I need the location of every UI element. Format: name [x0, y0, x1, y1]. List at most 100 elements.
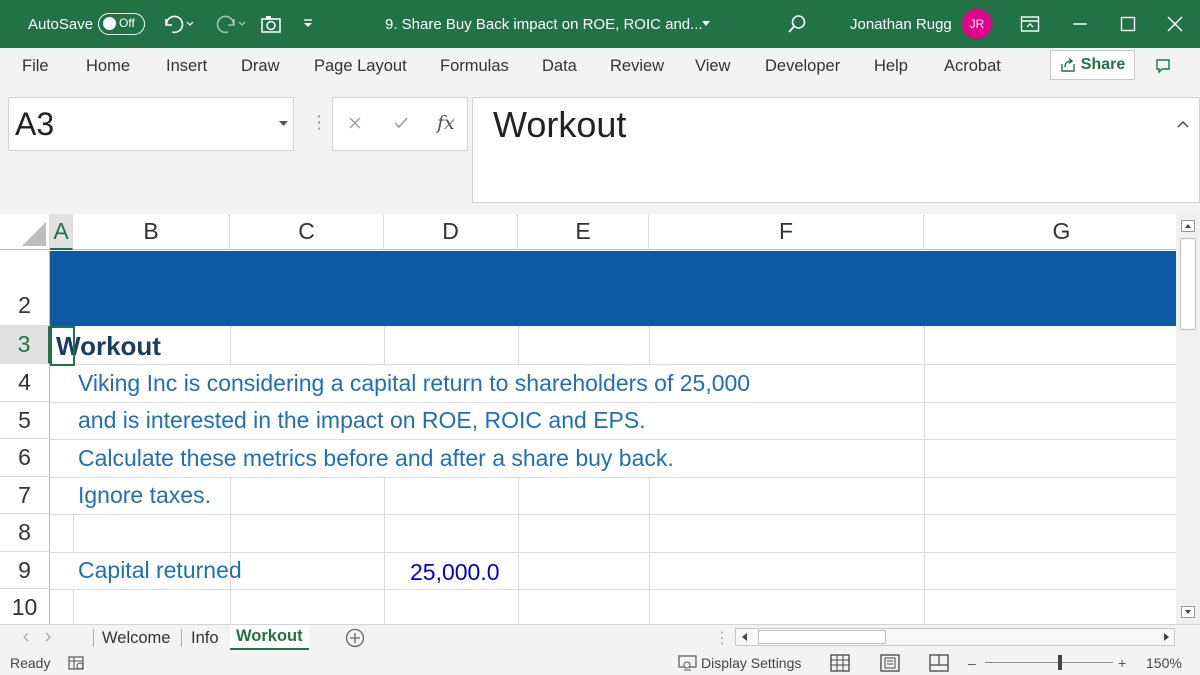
tab-page-layout[interactable]: Page Layout	[314, 48, 407, 84]
share-label: Share	[1080, 56, 1126, 73]
row-header-4[interactable]: 4	[0, 364, 50, 402]
vertical-scroll-thumb[interactable]	[1180, 238, 1196, 330]
column-header-f[interactable]: F	[649, 214, 924, 250]
cell-b4[interactable]: Viking Inc is considering a capital retu…	[78, 370, 750, 397]
gridline	[50, 402, 1176, 403]
tab-draw[interactable]: Draw	[241, 48, 280, 84]
document-title: 9. Share Buy Back impact on ROE, ROIC an…	[385, 15, 703, 33]
add-sheet-icon[interactable]	[345, 628, 365, 648]
sheet-tab-welcome[interactable]: Welcome	[96, 625, 176, 651]
row-header-6[interactable]: 6	[0, 439, 50, 477]
column-header-e[interactable]: E	[518, 214, 649, 250]
sheet-tab-workout[interactable]: Workout	[230, 625, 309, 651]
row-header-2[interactable]: 2	[0, 251, 50, 326]
split-grip-icon[interactable]: ⋮	[714, 628, 730, 648]
search-icon[interactable]	[787, 0, 807, 48]
page-break-view-icon[interactable]	[929, 650, 949, 675]
zoom-level[interactable]: 150%	[1146, 650, 1182, 675]
cell-b9-capital-returned-label[interactable]: Capital returned	[78, 557, 242, 584]
redo-icon[interactable]	[212, 0, 248, 48]
formula-content: Workout	[493, 104, 627, 145]
zoom-in-button[interactable]: +	[1118, 650, 1126, 675]
share-button[interactable]: Share	[1050, 50, 1135, 80]
display-settings-button[interactable]: Display Settings	[701, 650, 801, 675]
undo-icon[interactable]	[162, 0, 196, 48]
comments-icon[interactable]	[1155, 48, 1171, 84]
minimize-icon[interactable]	[1072, 0, 1088, 48]
column-header-g[interactable]: G	[924, 214, 1176, 250]
column-header-c[interactable]: C	[230, 214, 384, 250]
tab-formulas[interactable]: Formulas	[440, 48, 509, 84]
scroll-up-icon[interactable]	[1181, 220, 1195, 232]
avatar[interactable]: JR	[962, 9, 992, 39]
horizontal-scrollbar[interactable]	[735, 628, 1175, 646]
gridline	[649, 326, 650, 364]
name-box-dropdown-icon[interactable]	[279, 120, 288, 127]
gridline	[50, 477, 1176, 478]
zoom-slider[interactable]	[985, 662, 1113, 663]
row-header-8[interactable]: 8	[0, 514, 50, 552]
camera-icon[interactable]	[260, 0, 282, 48]
tab-file[interactable]: File	[22, 48, 49, 84]
zoom-slider-thumb[interactable]	[1058, 655, 1062, 670]
user-name[interactable]: Jonathan Rugg	[850, 0, 952, 48]
scroll-down-icon[interactable]	[1181, 606, 1195, 618]
prev-sheet-icon[interactable]	[22, 632, 30, 642]
scroll-left-icon[interactable]	[739, 631, 751, 643]
gridline	[73, 514, 74, 552]
horizontal-scroll-thumb[interactable]	[758, 630, 886, 644]
formula-bar-grip-icon[interactable]: ⋮	[310, 112, 328, 133]
cancel-entry-icon[interactable]	[348, 116, 362, 130]
collapse-formula-bar-icon[interactable]	[1177, 120, 1189, 128]
gridline	[518, 326, 519, 364]
gridline	[230, 326, 231, 364]
cell-b5[interactable]: and is interested in the impact on ROE, …	[78, 407, 646, 434]
tab-home[interactable]: Home	[86, 48, 130, 84]
scroll-right-icon[interactable]	[1160, 631, 1172, 643]
row-header-3[interactable]: 3	[0, 326, 50, 364]
cell-b7[interactable]: Ignore taxes.	[78, 482, 211, 509]
display-settings-icon[interactable]	[678, 650, 698, 675]
next-sheet-icon[interactable]	[44, 632, 52, 642]
row-header-9[interactable]: 9	[0, 552, 50, 589]
tab-developer[interactable]: Developer	[765, 48, 840, 84]
formula-input[interactable]: Workout	[472, 97, 1200, 203]
gridline	[649, 477, 650, 624]
title-dropdown-icon[interactable]	[701, 0, 711, 48]
row-header-10[interactable]: 10	[0, 589, 50, 624]
column-header-b[interactable]: B	[73, 214, 230, 250]
name-box-value: A3	[15, 106, 55, 142]
tab-insert[interactable]: Insert	[166, 48, 207, 84]
vertical-scrollbar[interactable]	[1176, 214, 1200, 624]
tab-review[interactable]: Review	[610, 48, 664, 84]
cell-b6[interactable]: Calculate these metrics before and after…	[78, 445, 674, 472]
customize-toolbar-icon[interactable]	[302, 0, 314, 48]
column-header-d[interactable]: D	[384, 214, 518, 250]
column-header-a[interactable]: A	[50, 214, 73, 250]
row-header-7[interactable]: 7	[0, 477, 50, 514]
select-all-corner[interactable]	[0, 214, 50, 250]
gridline	[518, 477, 519, 624]
row-header-5[interactable]: 5	[0, 402, 50, 439]
tab-data[interactable]: Data	[542, 48, 577, 84]
autosave-toggle[interactable]: Off	[98, 13, 145, 35]
ribbon-display-icon[interactable]	[1020, 0, 1040, 48]
page-layout-view-icon[interactable]	[880, 650, 900, 675]
worksheet-grid[interactable]: A B C D E F G 2 3 4 5 6 7 8 9 10 Workout…	[0, 214, 1176, 624]
cell-mode-icon[interactable]	[68, 650, 86, 675]
name-box[interactable]: A3	[8, 97, 294, 151]
share-icon	[1060, 57, 1076, 73]
insert-function-button[interactable]: fx	[437, 112, 455, 134]
cell-d9-capital-returned-value[interactable]: 25,000.0	[410, 559, 500, 586]
tab-help[interactable]: Help	[874, 48, 908, 84]
zoom-out-button[interactable]: –	[968, 650, 976, 675]
confirm-entry-icon[interactable]	[393, 116, 409, 130]
title-banner	[50, 251, 1176, 326]
gridline	[73, 589, 74, 624]
normal-view-icon[interactable]	[830, 650, 850, 675]
sheet-tab-info[interactable]: Info	[185, 625, 225, 651]
maximize-icon[interactable]	[1120, 0, 1136, 48]
close-icon[interactable]	[1166, 0, 1184, 48]
tab-view[interactable]: View	[695, 48, 730, 84]
tab-acrobat[interactable]: Acrobat	[944, 48, 1001, 84]
